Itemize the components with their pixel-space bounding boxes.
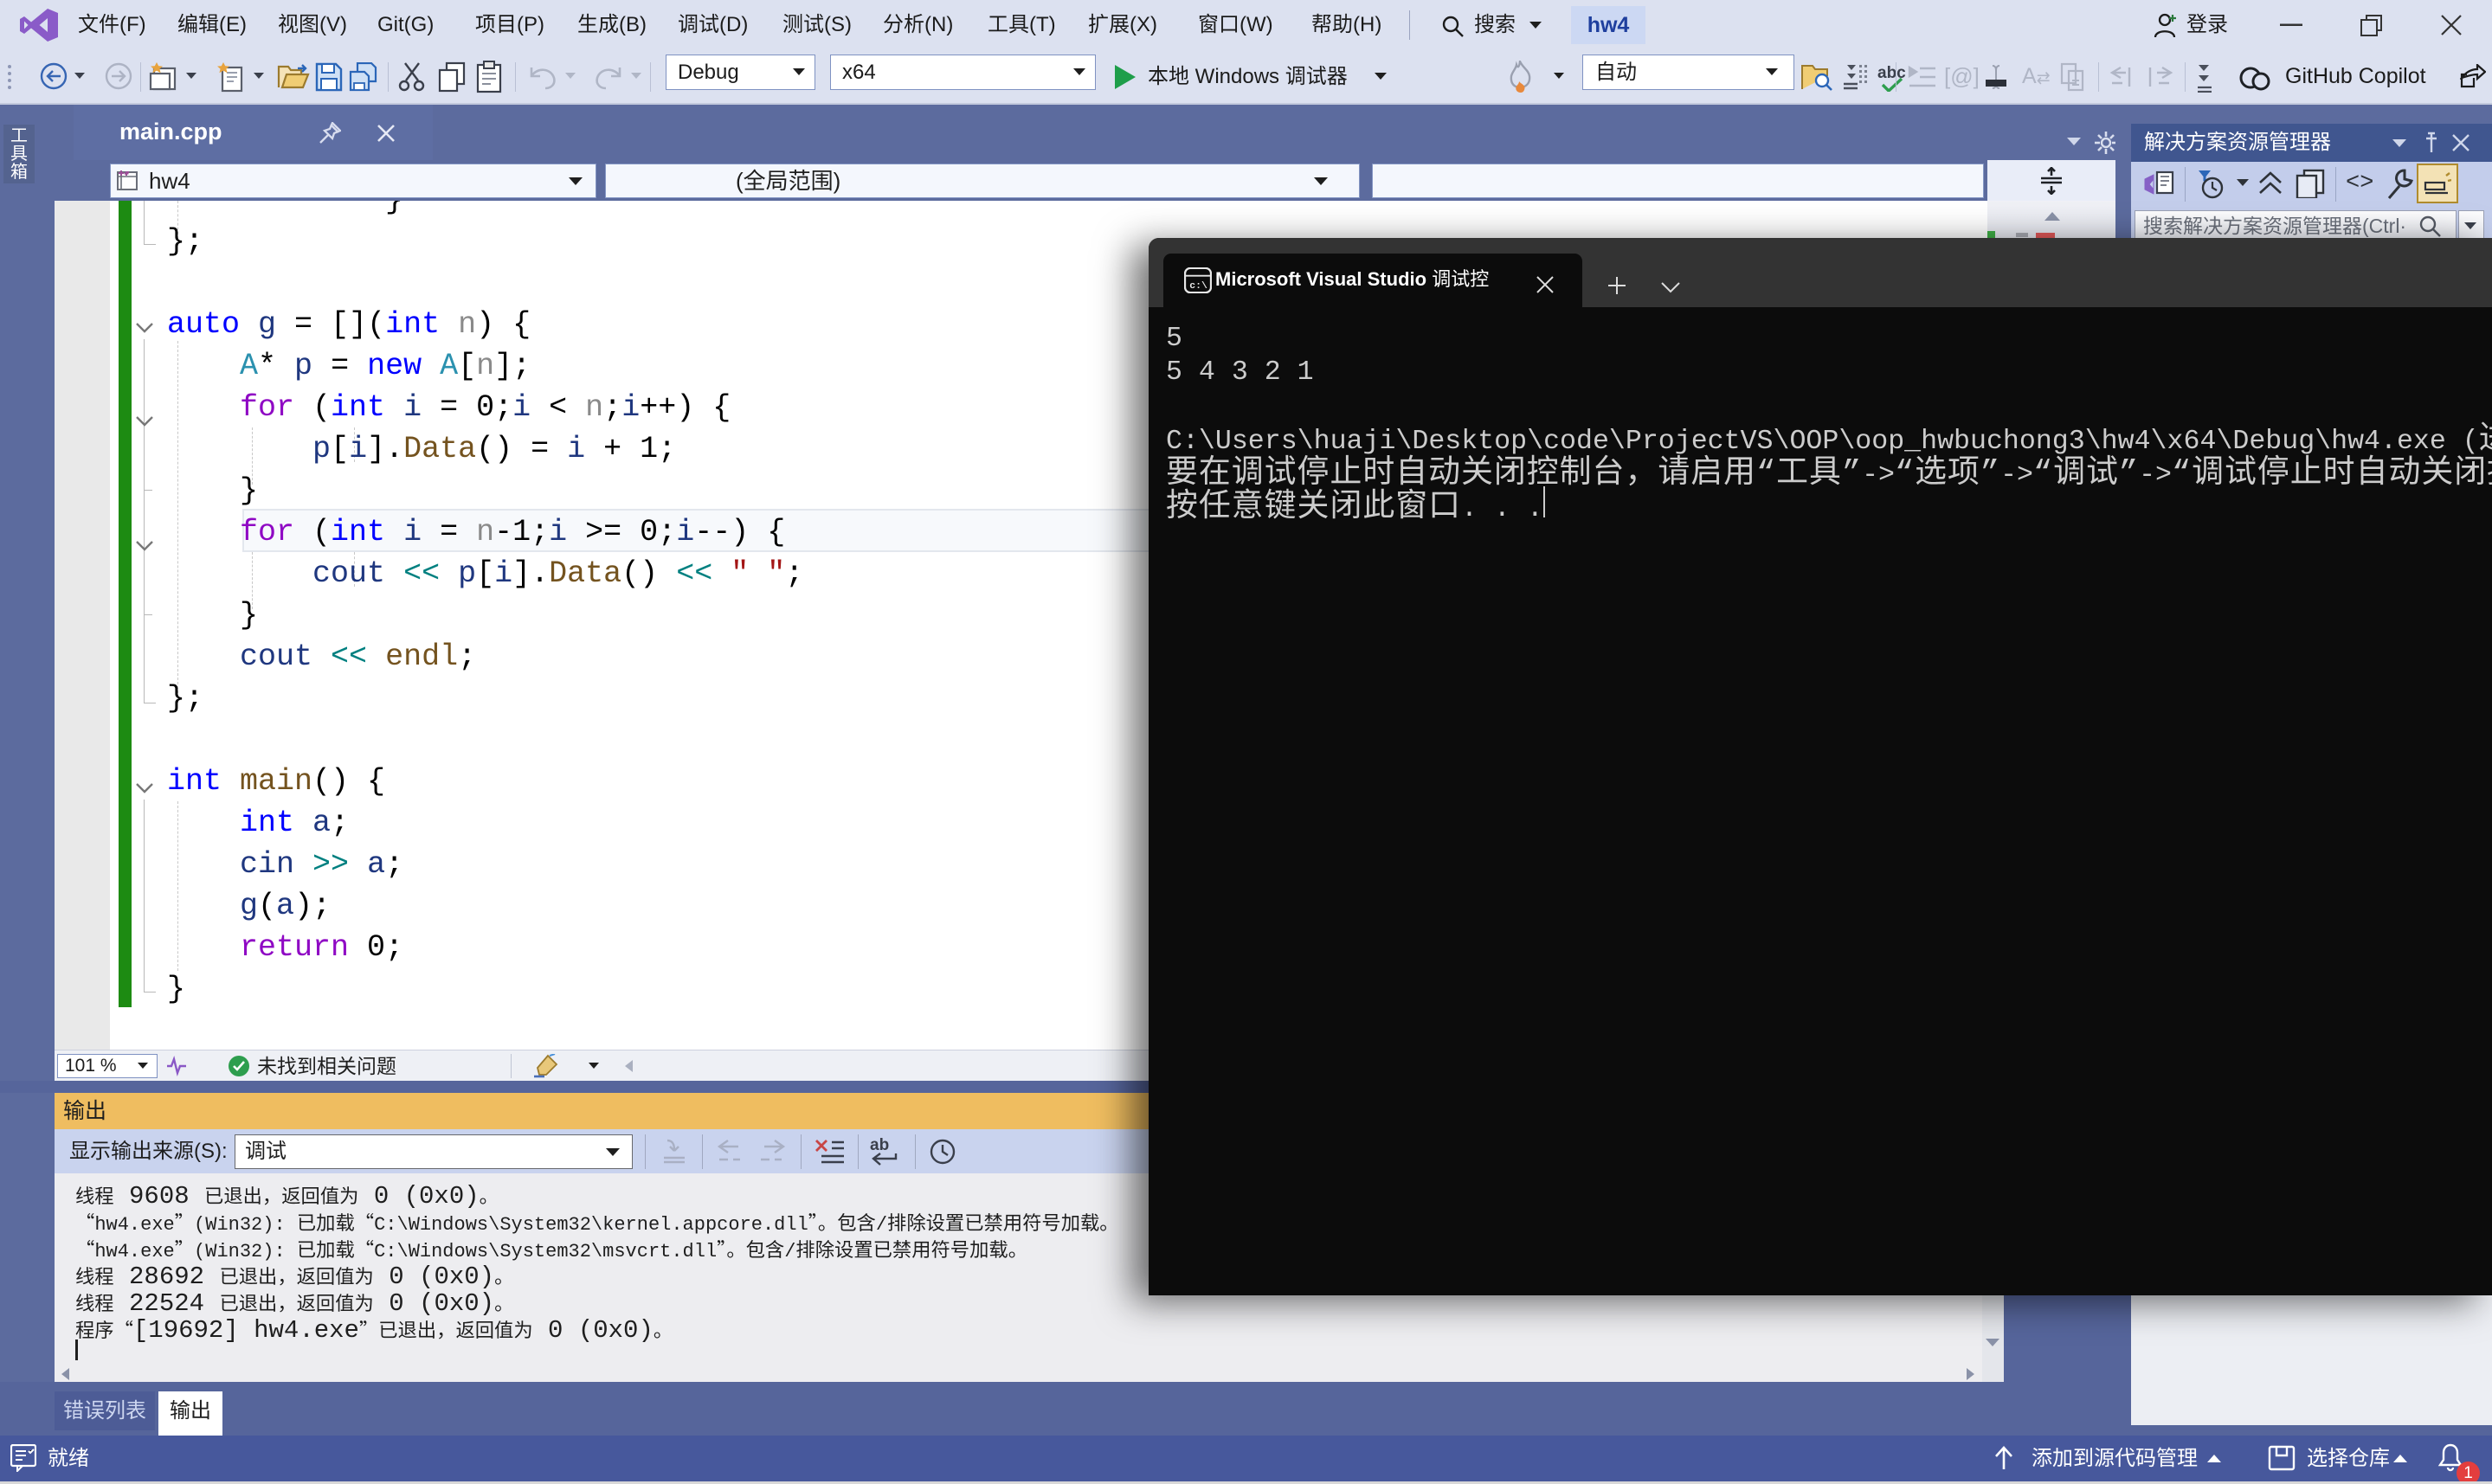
svg-text:c:\: c:\ [1189, 280, 1207, 292]
